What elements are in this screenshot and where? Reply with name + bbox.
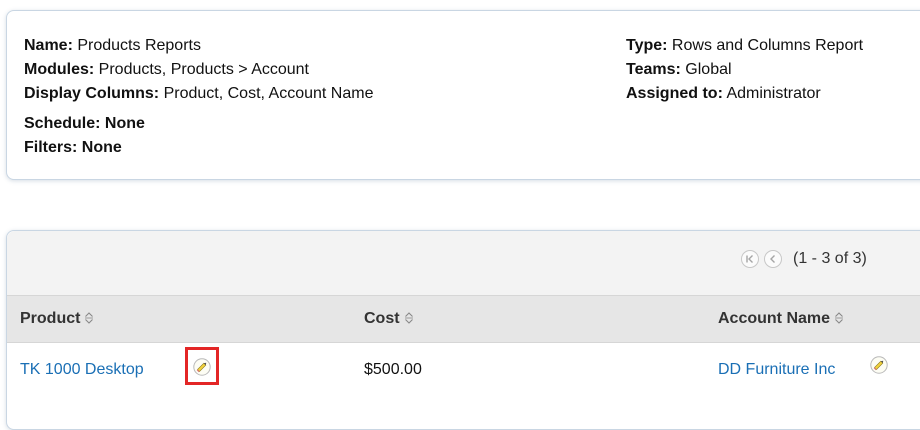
report-teams-line: Teams: Global — [626, 60, 732, 80]
report-display-columns-line: Display Columns: Product, Cost, Account … — [24, 84, 373, 104]
report-display-columns-value: Product, Cost, Account Name — [159, 85, 374, 102]
column-header-account-name[interactable]: Account Name — [718, 310, 844, 328]
report-name-label: Name: — [24, 37, 73, 54]
report-display-columns-label: Display Columns: — [24, 85, 160, 102]
sort-icon — [404, 311, 413, 324]
product-link[interactable]: TK 1000 Desktop — [20, 360, 144, 380]
report-assigned-label: Assigned to: — [626, 85, 723, 102]
report-schedule-label: Schedule: — [24, 115, 101, 132]
report-schedule-line: Schedule: None — [24, 114, 145, 134]
column-header-cost[interactable]: Cost — [364, 310, 414, 328]
report-teams-value: Global — [680, 61, 732, 78]
column-header-account-name-label: Account Name — [718, 310, 831, 327]
account-name-link[interactable]: DD Furniture Inc — [718, 360, 835, 380]
report-modules-line: Modules: Products, Products > Account — [24, 60, 309, 80]
column-header-cost-label: Cost — [364, 310, 400, 327]
report-type-value: Rows and Columns Report — [667, 37, 864, 54]
report-modules-label: Modules: — [24, 61, 95, 78]
report-type-line: Type: Rows and Columns Report — [626, 36, 863, 56]
first-page-icon[interactable] — [741, 250, 759, 268]
report-assigned-value: Administrator — [722, 85, 821, 102]
report-schedule-value: None — [100, 115, 145, 132]
report-teams-label: Teams: — [626, 61, 681, 78]
report-modules-value: Products, Products > Account — [94, 61, 309, 78]
report-filters-value: None — [77, 139, 122, 156]
pagination-range: (1 - 3 of 3) — [793, 250, 867, 267]
report-filters-label: Filters: — [24, 139, 78, 156]
column-header-product[interactable]: Product — [20, 310, 94, 328]
highlight-box — [185, 347, 219, 385]
report-assigned-line: Assigned to: Administrator — [626, 84, 821, 104]
column-header-product-label: Product — [20, 310, 81, 327]
sort-icon — [835, 311, 844, 324]
pencil-edit-icon[interactable] — [870, 356, 888, 374]
report-type-label: Type: — [626, 37, 668, 54]
report-name-line: Name: Products Reports — [24, 36, 201, 56]
pagination-bar — [7, 231, 920, 295]
sort-icon — [85, 311, 94, 324]
previous-page-icon[interactable] — [764, 250, 782, 268]
report-name-value: Products Reports — [72, 37, 201, 54]
cost-value: $500.00 — [364, 361, 422, 378]
report-filters-line: Filters: None — [24, 138, 122, 158]
